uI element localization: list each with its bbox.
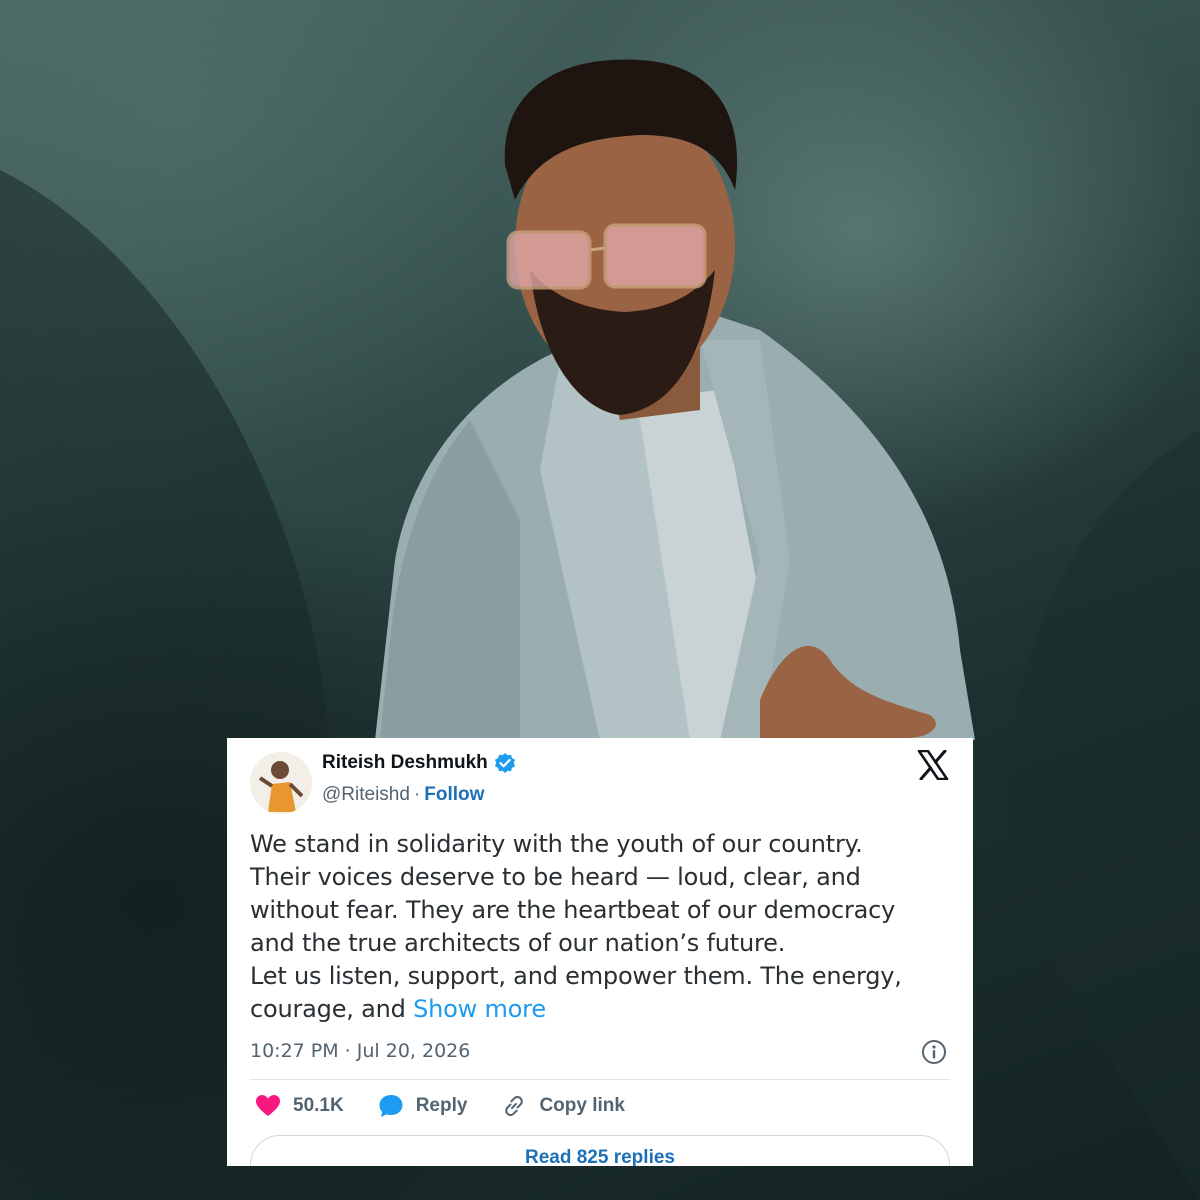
show-more-link[interactable]: Show more [413,995,546,1023]
reply-button[interactable]: Reply [378,1093,468,1119]
heart-icon [256,1095,280,1116]
handle-row: @Riteishd · Follow [322,784,484,806]
action-bar: 50.1K Reply Copy link [255,1093,659,1119]
x-logo-icon[interactable] [917,749,949,781]
tweet-card: Riteish Deshmukh @Riteishd · Follow We sta… [227,738,973,1166]
separator-dot: · [413,784,421,805]
reply-label: Reply [415,1095,468,1116]
author-handle[interactable]: @Riteishd [322,784,410,805]
copy-link-label: Copy link [539,1095,625,1116]
speech-bubble-icon [379,1095,403,1117]
tweet-line: Let us listen, support, and empower them… [250,962,902,990]
tweet-text: We stand in solidarity with the youth of… [250,828,950,1026]
tweet-line: and the true architects of our nation’s … [250,929,786,957]
tweet-line: We stand in solidarity with the youth of… [250,830,863,858]
author-row: Riteish Deshmukh [322,752,516,774]
tweet-line-last: courage, and Show more [250,993,950,1026]
like-button[interactable]: 50.1K [255,1094,344,1118]
likes-count: 50.1K [293,1095,344,1116]
tweet-line: Their voices deserve to be heard — loud,… [250,863,861,891]
info-icon[interactable] [921,1039,947,1065]
tweet-line: courage, and [250,995,406,1023]
divider [250,1079,950,1080]
verified-badge-icon [494,752,516,774]
read-replies-button[interactable]: Read 825 replies [250,1135,950,1166]
link-icon [505,1096,524,1116]
tweet-timestamp[interactable]: 10:27 PM · Jul 20, 2026 [250,1040,470,1062]
avatar[interactable] [250,752,312,814]
follow-button[interactable]: Follow [424,784,484,805]
tweet-line: without fear. They are the heartbeat of … [250,896,896,924]
copy-link-button[interactable]: Copy link [501,1093,625,1119]
author-name[interactable]: Riteish Deshmukh [322,752,488,774]
read-replies-label: Read 825 replies [525,1147,675,1166]
